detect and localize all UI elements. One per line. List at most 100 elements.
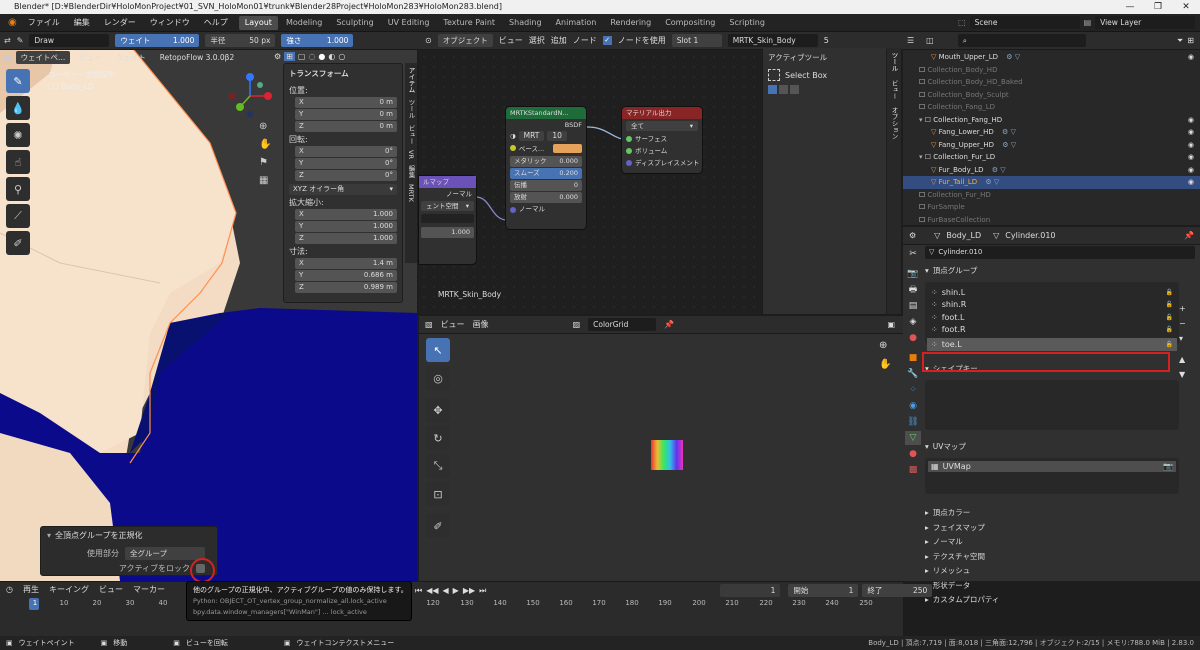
mode-subtract-icon[interactable] (790, 85, 799, 94)
render-props-icon[interactable]: 📷 (905, 267, 921, 281)
props-section-header[interactable]: ▸ テクスチャ空間 (925, 550, 1195, 565)
camera-icon[interactable]: ⚑ (259, 157, 271, 168)
visibility-eye-icon[interactable]: ◉ (1188, 176, 1194, 189)
transmission-field[interactable]: 伝播 0 (510, 180, 582, 191)
frame-end-field[interactable]: 終了 250 (862, 584, 933, 597)
select-box-icon[interactable] (768, 69, 780, 81)
dimensions-x-field[interactable]: X 1.4 m (295, 258, 397, 269)
keying-menu[interactable]: キーイング (49, 584, 89, 595)
playback-menu[interactable]: 再生 (23, 584, 39, 595)
editor-type-icon[interactable]: ▣ (4, 53, 12, 62)
vgroup-move-down-icon[interactable]: ▼ (1179, 370, 1186, 379)
rendered-shading-icon[interactable]: ○ (338, 52, 345, 61)
display-mode-icon[interactable]: ◫ (926, 36, 934, 45)
play-reverse-icon[interactable]: ◀ (443, 586, 449, 595)
menu-file[interactable]: ファイル (21, 14, 67, 32)
image-zoom-icon[interactable]: ⊕ (879, 340, 891, 351)
collection-checkbox-icon[interactable]: ☐ (925, 116, 934, 124)
tab-modeling[interactable]: Modeling (280, 16, 328, 30)
annotate-icon[interactable]: ✐ (6, 231, 30, 255)
sample-weight-icon[interactable]: ⚲ (6, 177, 30, 201)
collection-checkbox-icon[interactable]: ☐ (919, 66, 928, 74)
visibility-eye-icon[interactable]: ◉ (1188, 139, 1194, 152)
rotate-icon[interactable]: ↻ (426, 426, 450, 450)
play-icon[interactable]: ▶ (453, 586, 459, 595)
new-collection-icon[interactable]: ⊞ (1187, 36, 1194, 45)
tab-shading[interactable]: Shading (503, 16, 548, 30)
visibility-eye-icon[interactable]: ◉ (1188, 164, 1194, 177)
image-view-menu[interactable]: ビュー (441, 319, 465, 330)
vgroup-row[interactable]: ⁘ toe.L 🔓 (927, 338, 1177, 351)
image-selector[interactable]: ColorGrid (588, 318, 657, 331)
rotation-z-field[interactable]: Z 0° (295, 170, 397, 181)
tab-layout[interactable]: Layout (238, 15, 278, 30)
gradient-icon[interactable]: ⟋ (6, 204, 30, 228)
tab-node-tool[interactable]: ツール (889, 52, 899, 72)
vgroup-lock-icon[interactable]: 🔓 (1166, 314, 1173, 321)
close-icon[interactable]: ✕ (1172, 0, 1200, 14)
minimize-icon[interactable]: — (1116, 0, 1144, 14)
scene-selector[interactable]: Scene (969, 16, 1080, 29)
brush-selector[interactable]: Draw (29, 34, 110, 47)
pin-icon[interactable]: 📌 (664, 320, 674, 329)
scale-z-field[interactable]: Z 1.000 (295, 233, 397, 244)
outliner-row[interactable]: ☐ Collection_Body_HD (903, 64, 1200, 77)
object-props-icon[interactable]: ■ (905, 351, 921, 365)
image-pan-icon[interactable]: ✋ (879, 359, 891, 370)
cursor-icon[interactable]: ◎ (426, 366, 450, 390)
marker-menu[interactable]: マーカー (133, 584, 165, 595)
tool-icon[interactable]: ⇄ (4, 36, 11, 45)
dimensions-y-field[interactable]: Y 0.686 m (295, 270, 397, 281)
vgroup-lock-icon[interactable]: 🔓 (1166, 289, 1173, 296)
tab-texture-paint[interactable]: Texture Paint (437, 16, 501, 30)
props-pin-icon[interactable]: 📌 (1184, 231, 1194, 240)
node-normal-map[interactable]: ルマップ ノーマル ェント空間 ▾ 1.000 (419, 176, 476, 264)
smoothness-field[interactable]: スムーズ 0.200 (510, 168, 582, 179)
menu-edit[interactable]: 編集 (67, 14, 97, 32)
overlay-toggle-icon[interactable]: ⊞ (284, 51, 295, 61)
timeline-type-icon[interactable]: ◷ (6, 585, 13, 594)
location-y-field[interactable]: Y0 m (295, 109, 397, 120)
blender-logo-icon[interactable]: ◉ (4, 17, 21, 28)
constraints-props-icon[interactable]: ⛓ (905, 415, 921, 429)
vgroup-lock-icon[interactable]: 🔓 (1166, 326, 1173, 333)
outliner-row[interactable]: ▽ Fur_Body_LD ⚙ ▽ ◉ (903, 164, 1200, 177)
shapekeys-list[interactable] (925, 380, 1179, 430)
vgroup-row[interactable]: ⁘ shin.L 🔓 (927, 286, 1177, 299)
scale-icon[interactable]: ⤡ (426, 454, 450, 478)
tab-animation[interactable]: Animation (550, 16, 603, 30)
props-section-header[interactable]: ▸形状データ (925, 579, 1195, 594)
weight-slider[interactable]: ウェイト 1.000 (115, 34, 200, 47)
props-type-icon[interactable]: ⚙ (909, 231, 916, 240)
slot-select[interactable]: Slot 1 (671, 34, 722, 47)
scale-x-field[interactable]: X 1.000 (295, 209, 397, 220)
props-section-header[interactable]: ▸ フェイスマップ (925, 521, 1195, 536)
uvmap-row[interactable]: ▦ UVMap 📷 (928, 461, 1176, 472)
outliner-row[interactable]: ▾ ☐ Collection_Fur_LD ◉ (903, 151, 1200, 164)
tab-scripting[interactable]: Scripting (723, 16, 771, 30)
vgroup-remove-icon[interactable]: − (1179, 319, 1186, 328)
props-section-header[interactable]: ▸ カスタムプロパティ (925, 593, 1195, 608)
use-nodes-checkbox[interactable]: ✓ (602, 36, 612, 45)
location-z-field[interactable]: Z0 m (295, 121, 397, 132)
filter-icon[interactable]: ⏷ (1177, 36, 1183, 46)
zoom-icon[interactable]: ⊕ (259, 121, 271, 132)
image-display-icon[interactable]: ▣ (887, 320, 895, 329)
timeline-view-menu[interactable]: ビュー (99, 584, 123, 595)
mode-extend-icon[interactable] (779, 85, 788, 94)
rotation-x-field[interactable]: X 0° (295, 146, 397, 157)
scene-props-icon[interactable]: ◈ (905, 315, 921, 329)
output-props-icon[interactable]: 🖶 (905, 283, 921, 297)
move-icon[interactable]: ✥ (426, 398, 450, 422)
visibility-eye-icon[interactable]: ◉ (1188, 114, 1194, 127)
tab-node-view[interactable]: ビュー (889, 80, 899, 100)
collection-checkbox-icon[interactable]: ☐ (919, 203, 928, 211)
tab-rendering[interactable]: Rendering (604, 16, 657, 30)
tab-node-options[interactable]: オプション (889, 107, 899, 140)
node-node-menu[interactable]: ノード (573, 35, 597, 46)
strength-slider[interactable]: 強さ 1.000 (281, 34, 354, 47)
image-image-menu[interactable]: 画像 (473, 319, 489, 330)
collection-checkbox-icon[interactable]: ☐ (919, 103, 928, 111)
node-material-output[interactable]: マテリアル出力 全て ▾ サーフェス ボリューム ディスプレイスメント (622, 107, 702, 173)
pan-hand-icon[interactable]: ✋ (259, 139, 271, 150)
